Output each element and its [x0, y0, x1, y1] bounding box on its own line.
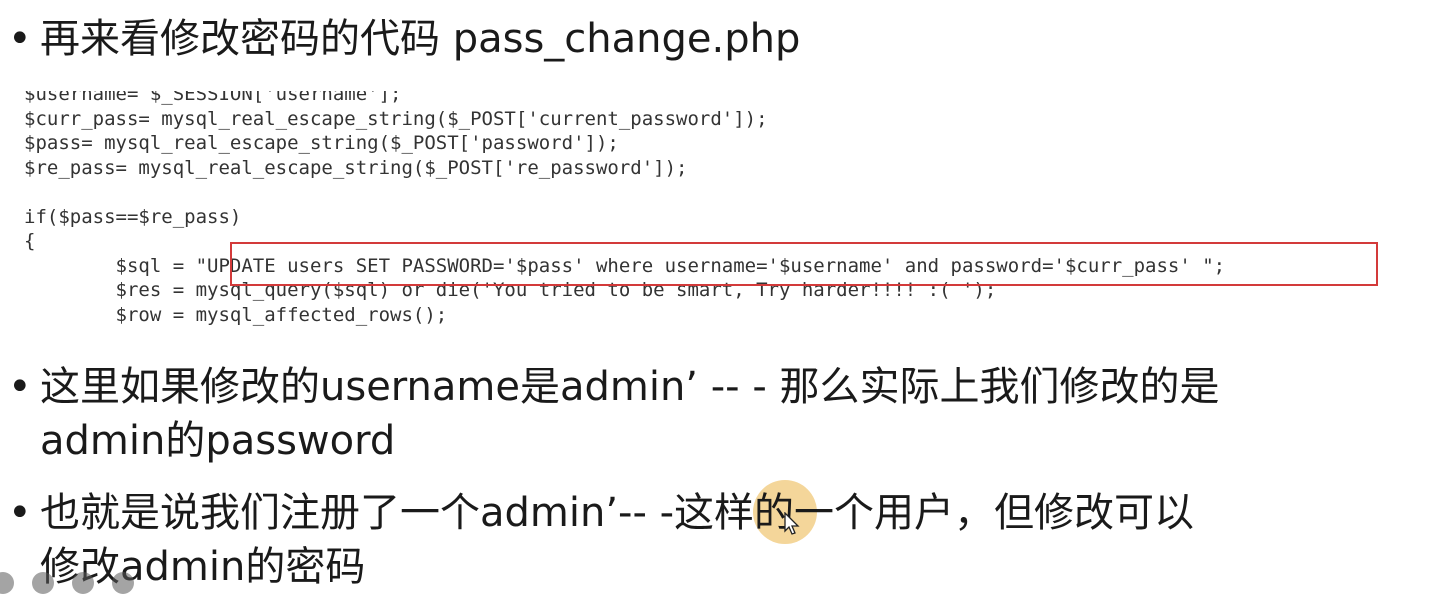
code-line: $username= $_SESSION['username'];: [24, 83, 402, 105]
sql-highlight-box: [230, 242, 1378, 286]
pen-tool-icon[interactable]: [32, 572, 54, 594]
bullet-text-line: 也就是说我们注册了一个admin’-- -这样的一个用户，但修改可以: [40, 490, 1195, 536]
code-block: $username= $_SESSION['username']; $curr_p…: [24, 82, 1225, 327]
code-line: if($pass==$re_pass): [24, 205, 242, 228]
presentation-toolbar: [0, 562, 300, 596]
mouse-pointer-icon: [784, 512, 800, 535]
bullet-text: 再来看修改密码的代码 pass_change.php: [40, 16, 801, 62]
highlighter-tool-icon[interactable]: [72, 572, 94, 594]
code-line: $pass= mysql_real_escape_string($_POST['…: [24, 132, 619, 154]
bullet-text-line: 这里如果修改的username是admin’ -- - 那么实际上我们修改的是: [40, 364, 1220, 410]
screen-tool-icon[interactable]: [112, 572, 134, 594]
code-line: $re_pass= mysql_real_escape_string($_POS…: [24, 156, 688, 179]
bullet-text: 这里如果修改的username是admin’ -- - 那么实际上我们修改的是 …: [40, 360, 1219, 468]
bullet-text-line: admin的password: [40, 418, 396, 464]
pointer-tool-icon[interactable]: [0, 572, 14, 594]
code-line: $row = mysql_affected_rows();: [24, 303, 448, 326]
code-line: $curr_pass= mysql_real_escape_string($_P…: [24, 107, 768, 130]
bullet-dot: •: [8, 490, 32, 536]
bullet-dot: •: [8, 364, 32, 410]
bullet-dot: •: [8, 16, 32, 62]
